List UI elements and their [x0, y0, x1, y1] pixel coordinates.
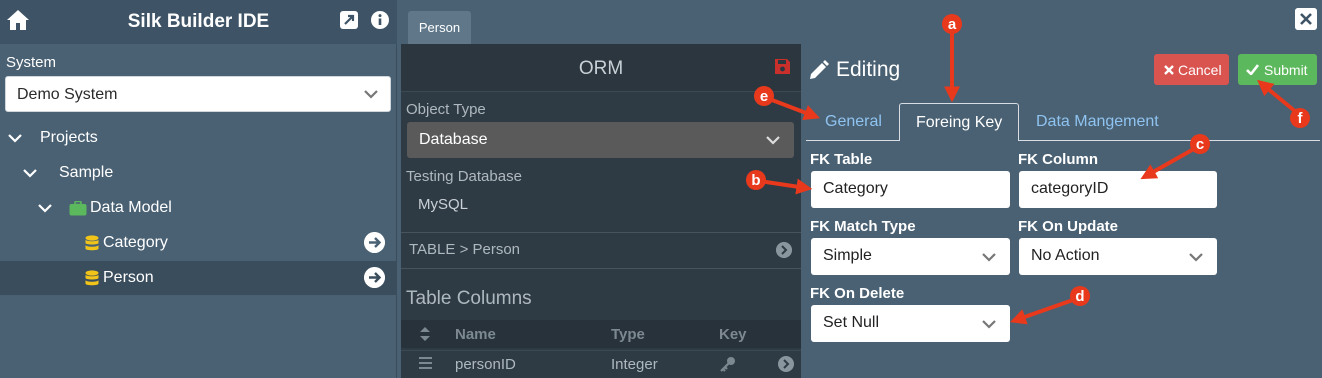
system-label: System: [6, 54, 57, 71]
column-header-type[interactable]: Type: [611, 326, 645, 343]
system-select[interactable]: Demo System: [5, 76, 391, 112]
object-type-select[interactable]: Database: [407, 122, 794, 158]
fk-match-type-value: Simple: [823, 247, 872, 264]
fk-on-update-value: No Action: [1031, 247, 1100, 264]
sidebar-header: Silk Builder IDE: [0, 0, 397, 44]
orm-title: ORM: [578, 58, 624, 79]
info-icon[interactable]: [370, 10, 390, 30]
tree-item-label: Category: [103, 234, 168, 251]
fk-table-value: Category: [823, 180, 888, 197]
briefcase-icon: [69, 201, 87, 216]
divider: [401, 268, 801, 269]
tab-bar: [398, 0, 1322, 44]
chevron-down-icon[interactable]: [23, 168, 37, 178]
pencil-icon: [810, 60, 829, 79]
key-icon: [720, 357, 735, 372]
arrow-right-circle-icon[interactable]: [778, 356, 794, 372]
app-title: Silk Builder IDE: [127, 11, 270, 32]
system-select-value: Demo System: [17, 86, 118, 103]
tree-item-category[interactable]: Category: [0, 226, 397, 260]
table-columns-title: Table Columns: [406, 288, 532, 309]
fk-on-update-select[interactable]: No Action: [1019, 238, 1217, 275]
fk-on-update-label: FK On Update: [1018, 218, 1118, 235]
submit-button-label: Submit: [1264, 62, 1308, 78]
testing-database-label: Testing Database: [406, 168, 522, 185]
close-icon: [1164, 65, 1174, 75]
arrow-right-circle-icon[interactable]: [364, 267, 385, 288]
testing-database-value: MySQL: [418, 196, 469, 213]
tab-person[interactable]: Person: [408, 11, 471, 44]
tree-item-person[interactable]: Person: [0, 261, 397, 295]
tab-data-management[interactable]: Data Mangement: [1024, 104, 1174, 140]
column-name-value: personID: [455, 356, 516, 373]
fk-match-type-select[interactable]: Simple: [811, 238, 1010, 275]
fk-match-type-label: FK Match Type: [810, 218, 916, 235]
tree-item-label: Sample: [59, 164, 114, 181]
column-header-key[interactable]: Key: [719, 326, 747, 343]
database-icon: [85, 270, 99, 286]
chevron-down-icon: [1189, 253, 1203, 262]
submit-button[interactable]: Submit: [1238, 54, 1317, 85]
save-icon[interactable]: [774, 58, 791, 75]
tab-foreign-key[interactable]: Foreing Key: [899, 103, 1019, 141]
chevron-down-icon[interactable]: [38, 203, 52, 213]
tab-general[interactable]: General: [811, 104, 897, 140]
tree-item-data-model[interactable]: Data Model: [0, 191, 397, 225]
table-breadcrumb[interactable]: TABLE > Person: [409, 241, 520, 258]
expand-icon[interactable]: [339, 10, 359, 30]
object-type-label: Object Type: [406, 101, 486, 118]
tree-item-projects[interactable]: Projects: [0, 121, 397, 155]
tree-item-label: Person: [103, 269, 154, 286]
cancel-button[interactable]: Cancel: [1154, 54, 1229, 85]
arrow-right-circle-icon[interactable]: [364, 232, 385, 253]
fk-column-label: FK Column: [1018, 151, 1098, 168]
chevron-down-icon[interactable]: [8, 133, 22, 143]
divider: [401, 232, 801, 233]
fk-table-label: FK Table: [810, 151, 873, 168]
sidebar: Silk Builder IDE System Demo System Proj…: [0, 0, 397, 378]
fk-on-delete-select[interactable]: Set Null: [811, 305, 1010, 342]
tab-divider: [806, 140, 1320, 141]
tab-label: Foreing Key: [916, 114, 1003, 131]
sort-icon[interactable]: [419, 327, 431, 341]
fk-table-input[interactable]: Category: [811, 171, 1010, 208]
chevron-down-icon: [364, 90, 378, 99]
fk-on-delete-label: FK On Delete: [810, 285, 905, 302]
editing-title: Editing: [836, 58, 901, 81]
tree-item-sample[interactable]: Sample: [0, 156, 397, 190]
fk-column-value: categoryID: [1031, 180, 1109, 197]
cancel-button-label: Cancel: [1178, 62, 1222, 78]
fk-on-delete-value: Set Null: [823, 314, 880, 331]
close-icon[interactable]: [1295, 8, 1317, 30]
database-icon: [85, 235, 99, 251]
fk-column-input[interactable]: categoryID: [1019, 171, 1217, 208]
check-icon: [1246, 64, 1259, 75]
tree-item-label: Projects: [40, 129, 98, 146]
arrow-right-circle-icon[interactable]: [776, 242, 792, 258]
testing-database-field: MySQL: [407, 188, 794, 222]
chevron-down-icon: [982, 253, 996, 262]
object-type-value: Database: [419, 131, 488, 148]
tab-label: Data Mangement: [1036, 113, 1159, 130]
chevron-down-icon: [766, 136, 780, 145]
drag-handle-icon[interactable]: [419, 357, 432, 369]
column-header-name[interactable]: Name: [455, 326, 496, 343]
tab-label: General: [825, 113, 882, 130]
tree-item-label: Data Model: [90, 199, 172, 216]
chevron-down-icon: [982, 320, 996, 329]
column-type-value: Integer: [611, 356, 658, 373]
